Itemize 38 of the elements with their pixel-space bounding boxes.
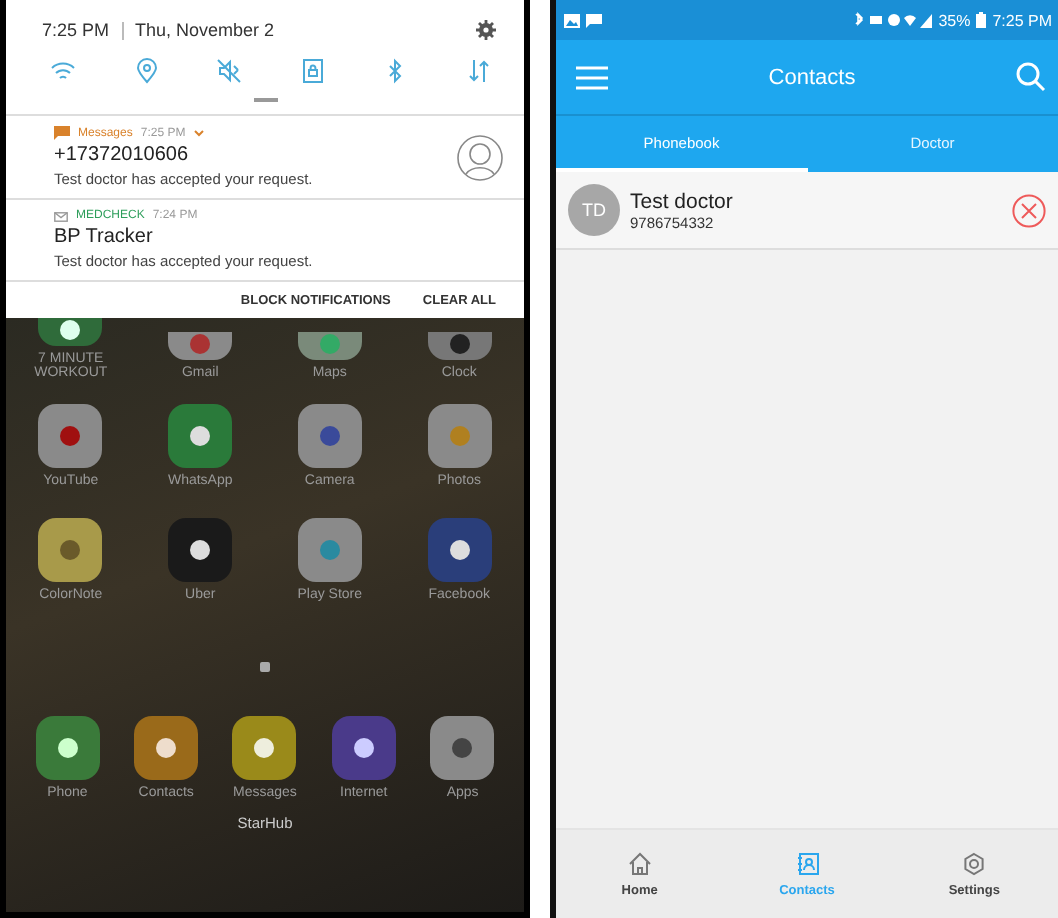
search-icon[interactable]: [1016, 62, 1046, 92]
menu-icon[interactable]: [576, 65, 608, 89]
caret-icon[interactable]: [193, 129, 204, 137]
data-arrows-icon[interactable]: [465, 58, 492, 84]
contact-name: Test doctor: [630, 189, 735, 213]
app-icon[interactable]: [427, 518, 492, 582]
app-icon[interactable]: [168, 404, 233, 468]
app-icon[interactable]: [331, 716, 396, 780]
lock-icon[interactable]: [299, 58, 326, 84]
remove-icon[interactable]: [1012, 193, 1046, 227]
wifi-icon[interactable]: [50, 58, 76, 84]
settings-icon: [962, 851, 987, 875]
chat-bubble-icon: [586, 13, 602, 27]
chat-bubble-icon: [54, 126, 70, 140]
date-text: Thu, November 2: [135, 20, 275, 40]
app-icon[interactable]: [35, 716, 100, 780]
battery-percent: 35%: [938, 11, 971, 29]
mute-icon[interactable]: [216, 58, 243, 84]
clock-time: 7:25 PM: [42, 20, 110, 40]
image-icon: [564, 13, 580, 27]
notification-title: +17372010606: [54, 144, 191, 166]
address-book-icon: [795, 851, 819, 875]
app-icon[interactable]: [232, 716, 297, 780]
settings-icon[interactable]: [476, 20, 496, 40]
notification-title: BP Tracker: [54, 226, 155, 248]
app-icon[interactable]: [134, 716, 199, 780]
app-title: Contacts: [766, 65, 858, 89]
envelope-icon: [54, 211, 68, 221]
battery-icon: [976, 12, 987, 28]
status-time: 7:25 PM: [992, 11, 1052, 29]
app-icon[interactable]: [38, 318, 103, 346]
avatar-icon: [456, 133, 504, 181]
home-icon: [627, 851, 652, 875]
home-page-indicator: [260, 662, 270, 672]
status-icons-drawing: [852, 12, 933, 28]
app-icon[interactable]: [168, 518, 233, 582]
initials-avatar: TD: [568, 184, 620, 236]
location-icon[interactable]: [133, 58, 160, 84]
